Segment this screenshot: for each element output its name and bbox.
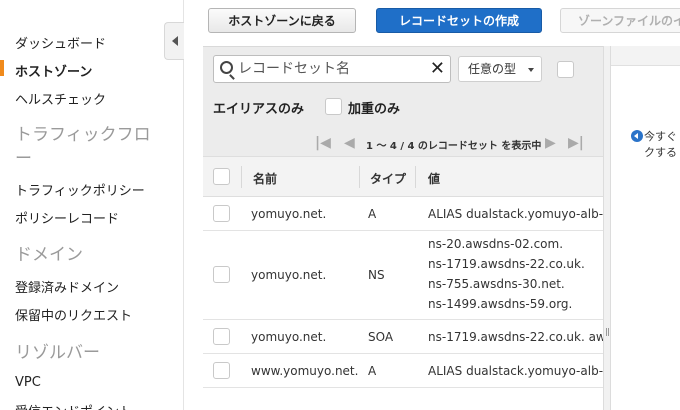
record-type-select[interactable]: 任意の型 [458, 56, 542, 82]
table-header: 名前 タイプ 値 [203, 156, 603, 197]
sidebar: ダッシュボード ホストゾーン ヘルスチェック トラフィックフロー トラフィックポ… [0, 0, 184, 410]
resolver-heading: リゾルバー [15, 343, 100, 363]
row-name: yomuyo.net. [251, 207, 327, 221]
details-hint-line1: 今すぐ [644, 130, 677, 143]
column-separator [241, 166, 242, 188]
row-type: NS [368, 268, 385, 282]
search-box: ✕ [213, 55, 451, 83]
sidebar-item-pending-requests[interactable]: 保留中のリクエスト [15, 305, 132, 324]
traffic-flow-heading: トラフィックフロー [15, 125, 151, 169]
row-value-line: ns-755.awsdns-30.net. [428, 277, 565, 291]
sidebar-item-dashboard[interactable]: ダッシュボード [15, 33, 106, 52]
row-checkbox[interactable] [213, 205, 230, 222]
weighted-only-label: 加重のみ [348, 102, 401, 117]
search-icon [220, 61, 233, 74]
import-zone-file-button[interactable]: ゾーンファイルのイ [560, 8, 680, 33]
active-indicator [0, 60, 4, 76]
pager-prev-icon[interactable]: ◀ [344, 135, 355, 151]
row-name: www.yomuyo.net. [251, 364, 359, 378]
create-record-set-button[interactable]: レコードセットの作成 [376, 8, 542, 33]
details-hint-line2: クする [644, 146, 677, 159]
details-panel-header [611, 46, 680, 66]
pager-status: 1 ～ 4 / 4 のレコードセット を表示中 [366, 141, 542, 152]
row-value: ALIAS dualstack.yomuyo-alb-14 [428, 207, 603, 221]
sidebar-item-vpc[interactable]: VPC [15, 375, 41, 390]
back-to-hosted-zones-button[interactable]: ホストゾーンに戻る [208, 8, 356, 33]
table-row[interactable]: yomuyo.net. NS ns-20.awsdns-02.com. ns-1… [203, 231, 603, 320]
row-type: A [368, 207, 377, 221]
row-type: A [368, 364, 377, 378]
sidebar-collapse-button[interactable] [164, 22, 184, 60]
table-row[interactable]: yomuyo.net. SOA ns-1719.awsdns-22.co.uk.… [203, 320, 603, 354]
row-checkbox[interactable] [213, 362, 230, 379]
pager-last-icon[interactable]: ▶| [568, 135, 584, 151]
column-header-name[interactable]: 名前 [253, 170, 277, 187]
sidebar-item-policy-records[interactable]: ポリシーレコード [15, 208, 119, 227]
column-separator [415, 166, 416, 188]
caret-down-icon [528, 68, 534, 72]
sidebar-item-health-checks[interactable]: ヘルスチェック [15, 89, 106, 108]
table-row[interactable]: www.yomuyo.net. A ALIAS dualstack.yomuyo… [203, 354, 603, 388]
clear-icon[interactable]: ✕ [430, 58, 445, 79]
sidebar-item-hosted-zones[interactable]: ホストゾーン [15, 61, 92, 80]
row-value: ns-20.awsdns-02.com. ns-1719.awsdns-22.c… [428, 234, 603, 314]
row-value: ns-1719.awsdns-22.co.uk. awsd [428, 330, 603, 344]
column-header-type[interactable]: タイプ [370, 170, 406, 187]
pager-first-icon[interactable]: |◀ [315, 135, 331, 151]
details-panel: 今すぐ クする [611, 46, 680, 410]
row-value-line: ns-1499.awsdns-59.org. [428, 297, 573, 311]
table-row[interactable]: yomuyo.net. A ALIAS dualstack.yomuyo-alb… [203, 197, 603, 231]
pane-splitter[interactable] [603, 46, 611, 410]
row-checkbox[interactable] [213, 266, 230, 283]
row-type: SOA [368, 330, 394, 344]
row-checkbox[interactable] [213, 328, 230, 345]
row-value-line: ns-1719.awsdns-22.co.uk. [428, 257, 585, 271]
search-input[interactable] [238, 60, 428, 78]
filter-panel: ✕ 任意の型 エイリアスのみ 加重のみ |◀ ◀ 1 ～ 4 / 4 のレコード… [203, 46, 603, 156]
alias-only-label: エイリアスのみ [213, 102, 305, 117]
chevron-left-icon [171, 36, 178, 46]
record-type-select-value: 任意の型 [468, 62, 517, 76]
sidebar-item-inbound-endpoints[interactable]: 受信エンドポイント [15, 401, 132, 410]
extra-filter-checkbox[interactable] [557, 61, 574, 78]
weighted-only-checkbox[interactable] [325, 98, 342, 115]
row-name: yomuyo.net. [251, 268, 327, 282]
pager-next-icon[interactable]: ▶ [545, 135, 556, 151]
sidebar-item-traffic-policies[interactable]: トラフィックポリシー [15, 180, 145, 199]
column-separator [359, 166, 360, 188]
domains-heading: ドメイン [15, 245, 83, 265]
row-name: yomuyo.net. [251, 330, 327, 344]
info-arrow-icon [631, 130, 643, 142]
row-value-line: ns-20.awsdns-02.com. [428, 237, 564, 251]
column-header-value[interactable]: 値 [428, 170, 440, 187]
select-all-checkbox[interactable] [213, 168, 230, 185]
row-value: ALIAS dualstack.yomuyo-alb-14 [428, 364, 603, 378]
drag-handle-icon [606, 328, 609, 336]
sidebar-item-registered-domains[interactable]: 登録済みドメイン [15, 277, 119, 296]
